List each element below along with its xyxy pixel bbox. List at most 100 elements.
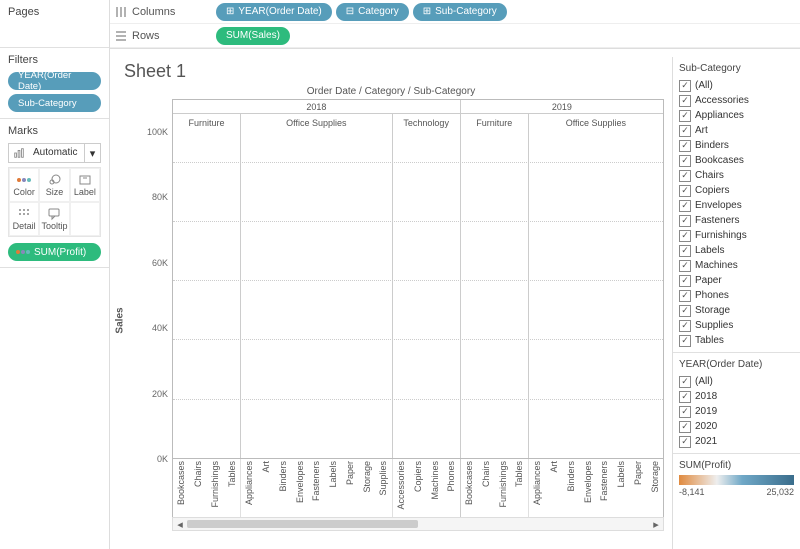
year-header: 2018 — [173, 100, 460, 114]
filter-checkbox[interactable]: Bookcases — [679, 153, 794, 168]
filter-checkbox[interactable]: Art — [679, 123, 794, 138]
plus-icon: ⊞ — [423, 6, 431, 17]
pages-card[interactable]: Pages — [0, 0, 109, 48]
size-icon — [47, 173, 61, 187]
filter-pill[interactable]: Sub-Category — [8, 94, 101, 112]
checkbox-icon — [679, 376, 691, 388]
filter-checkbox[interactable]: Labels — [679, 243, 794, 258]
checkbox-icon — [679, 200, 691, 212]
year-header: 2019 — [461, 100, 663, 114]
y-tick: 80K — [152, 192, 168, 202]
checkbox-icon — [679, 95, 691, 107]
horizontal-scrollbar[interactable]: ◂ ▸ — [172, 517, 664, 531]
checkbox-icon — [679, 436, 691, 448]
filter-checkbox[interactable]: Binders — [679, 138, 794, 153]
minus-icon: ⊟ — [346, 6, 354, 17]
filter-checkbox[interactable]: 2019 — [679, 404, 794, 419]
filter-checkbox[interactable]: Appliances — [679, 108, 794, 123]
y-tick: 100K — [147, 127, 168, 137]
y-tick: 60K — [152, 258, 168, 268]
filter-checkbox[interactable]: Envelopes — [679, 198, 794, 213]
filter-checkbox[interactable]: 2021 — [679, 434, 794, 449]
sheet-title[interactable]: Sheet 1 — [110, 49, 672, 84]
filter-checkbox[interactable]: 2020 — [679, 419, 794, 434]
filter-year: YEAR(Order Date) (All)2018201920202021 — [673, 353, 800, 454]
filter-checkbox[interactable]: Phones — [679, 288, 794, 303]
label-icon — [78, 173, 92, 187]
caret-down-icon: ▾ — [84, 144, 100, 162]
checkbox-icon — [679, 391, 691, 403]
checkbox-icon — [679, 320, 691, 332]
checkbox-icon — [679, 170, 691, 182]
mark-label[interactable]: Label — [70, 168, 100, 202]
mark-tooltip[interactable]: Tooltip — [39, 202, 69, 236]
profit-gradient[interactable] — [679, 475, 794, 485]
checkbox-icon — [679, 140, 691, 152]
mark-size[interactable]: Size — [39, 168, 69, 202]
filter-checkbox[interactable]: Tables — [679, 333, 794, 348]
y-axis-ticks: 0K20K40K60K80K100K — [132, 99, 168, 459]
category-header: Office Supplies — [529, 114, 663, 132]
filter-checkbox[interactable]: Furnishings — [679, 228, 794, 243]
checkbox-icon — [679, 406, 691, 418]
rows-icon — [114, 29, 128, 43]
year-filter-title: YEAR(Order Date) — [679, 359, 794, 370]
filter-checkbox[interactable]: 2018 — [679, 389, 794, 404]
row-pill[interactable]: SUM(Sales) — [216, 27, 290, 45]
filter-subcategory: Sub-Category (All)AccessoriesAppliancesA… — [673, 57, 800, 353]
rows-shelf[interactable]: Rows SUM(Sales) — [110, 24, 800, 48]
column-pill[interactable]: ⊞Sub-Category — [413, 3, 507, 21]
filters-title: Filters — [8, 54, 101, 66]
checkbox-icon — [679, 260, 691, 272]
checkbox-icon — [679, 230, 691, 242]
columns-shelf[interactable]: Columns ⊞YEAR(Order Date)⊟Category⊞Sub-C… — [110, 0, 800, 24]
filter-checkbox[interactable]: Chairs — [679, 168, 794, 183]
chart-header: Order Date / Category / Sub-Category — [110, 84, 672, 97]
checkbox-icon — [679, 290, 691, 302]
filter-pill[interactable]: YEAR(Order Date) — [8, 72, 101, 90]
filter-checkbox[interactable]: Storage — [679, 303, 794, 318]
filter-checkbox[interactable]: (All) — [679, 374, 794, 389]
mark-detail[interactable]: Detail — [9, 202, 39, 236]
chart-area: Sheet 1 Order Date / Category / Sub-Cate… — [110, 49, 672, 549]
category-header: Office Supplies — [241, 114, 393, 132]
color-legend: SUM(Profit) -8,141 25,032 — [673, 454, 800, 501]
color-icon — [17, 173, 31, 187]
right-panel: Sub-Category (All)AccessoriesAppliancesA… — [672, 57, 800, 549]
filters-card: Filters YEAR(Order Date) Sub-Category — [0, 48, 109, 119]
checkbox-icon — [679, 80, 691, 92]
mark-type-dropdown[interactable]: Automatic ▾ — [8, 143, 101, 163]
pages-title: Pages — [8, 6, 101, 18]
columns-label: Columns — [110, 5, 210, 19]
filter-checkbox[interactable]: Copiers — [679, 183, 794, 198]
checkbox-icon — [679, 185, 691, 197]
column-pill[interactable]: ⊞YEAR(Order Date) — [216, 3, 332, 21]
filter-checkbox[interactable]: Paper — [679, 273, 794, 288]
filter-checkbox[interactable]: Supplies — [679, 318, 794, 333]
marks-title: Marks — [8, 125, 101, 137]
column-pill[interactable]: ⊟Category — [336, 3, 409, 21]
filter-checkbox[interactable]: Machines — [679, 258, 794, 273]
mark-color[interactable]: Color — [9, 168, 39, 202]
filter-checkbox[interactable]: Fasteners — [679, 213, 794, 228]
category-header: Technology — [393, 114, 460, 132]
checkbox-icon — [679, 275, 691, 287]
mark-color-pill[interactable]: SUM(Profit) — [8, 243, 101, 261]
scroll-right-icon[interactable]: ▸ — [649, 518, 663, 531]
filter-checkbox[interactable]: Accessories — [679, 93, 794, 108]
rows-label: Rows — [110, 29, 210, 43]
detail-icon — [17, 207, 31, 221]
profit-min: -8,141 — [679, 487, 705, 497]
y-axis-label: Sales — [115, 307, 126, 333]
mark-type-icon — [9, 144, 29, 162]
scroll-left-icon[interactable]: ◂ — [173, 518, 187, 531]
filter-checkbox[interactable]: (All) — [679, 78, 794, 93]
chart-body: Sales 0K20K40K60K80K100K 2018FurnitureOf… — [118, 99, 664, 531]
profit-legend-title: SUM(Profit) — [679, 460, 794, 471]
plot-area: 2018FurnitureOffice SuppliesTechnology20… — [172, 99, 664, 531]
marks-card: Marks Automatic ▾ ColorSizeLabel DetailTo… — [0, 119, 109, 268]
checkbox-icon — [679, 125, 691, 137]
checkbox-icon — [679, 335, 691, 347]
left-panel: Pages Filters YEAR(Order Date) Sub-Catego… — [0, 0, 110, 549]
category-header: Furniture — [461, 114, 529, 132]
